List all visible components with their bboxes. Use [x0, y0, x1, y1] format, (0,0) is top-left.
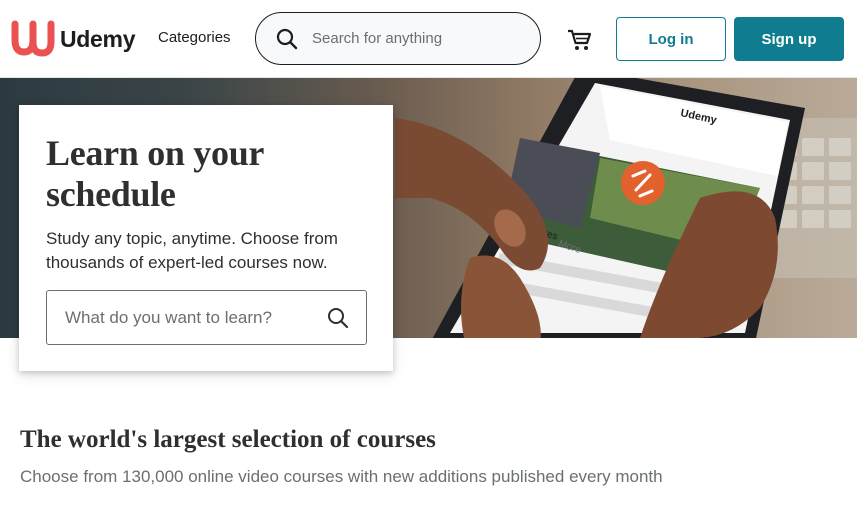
udemy-logo[interactable]: Udemy: [10, 20, 136, 58]
signup-button[interactable]: Sign up: [734, 17, 844, 61]
logo-wordmark: Udemy: [60, 25, 136, 52]
hero-card: Learn on your schedule Study any topic, …: [19, 105, 393, 371]
cart-icon[interactable]: [566, 26, 594, 54]
login-button[interactable]: Log in: [616, 17, 726, 61]
header-search: [255, 12, 541, 65]
udemy-logo-icon: [11, 20, 55, 57]
section-title: The world's largest selection of courses: [20, 426, 436, 453]
search-input[interactable]: [312, 30, 522, 47]
hero-title: Learn on your schedule: [46, 133, 264, 214]
hero-subtitle: Study any topic, anytime. Choose from th…: [46, 229, 338, 272]
categories-menu[interactable]: Categories: [158, 29, 231, 46]
search-icon[interactable]: [256, 12, 312, 65]
hero-search-input[interactable]: [47, 291, 310, 344]
top-nav: Udemy Categories Log in Sign up: [0, 0, 857, 78]
section-subtitle: Choose from 130,000 online video courses…: [20, 467, 663, 486]
search-icon[interactable]: [310, 291, 366, 344]
hero-search: [46, 290, 367, 345]
